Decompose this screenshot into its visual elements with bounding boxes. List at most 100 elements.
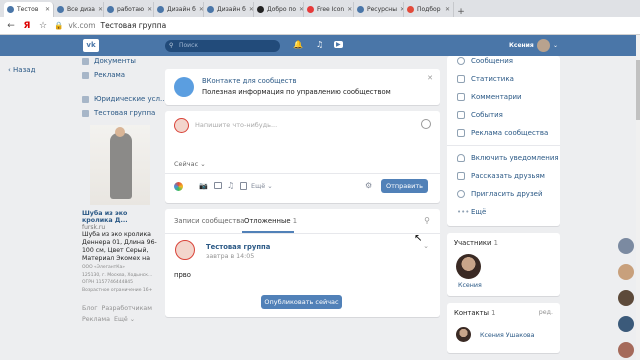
new-tab-icon[interactable]: + bbox=[454, 7, 468, 17]
browser-tab[interactable]: Добро по ✕ bbox=[254, 2, 304, 17]
chat-avatar[interactable] bbox=[618, 342, 634, 358]
url-field[interactable]: 🔒 vk.com Тестовая группа bbox=[54, 21, 166, 30]
member-avatar[interactable] bbox=[456, 254, 481, 279]
video-icon[interactable] bbox=[214, 182, 222, 189]
browser-tab[interactable]: Подбор ✕ bbox=[404, 2, 454, 17]
left-menu-ads[interactable]: Реклама bbox=[82, 71, 125, 79]
ad-desc-line: Деннера 01, Длина 96- bbox=[82, 239, 157, 246]
footer-dev[interactable]: Разработчикам bbox=[102, 305, 153, 312]
browser-tab[interactable]: Тестов ✕ bbox=[4, 2, 54, 17]
menu-messages[interactable]: Сообщения bbox=[457, 57, 513, 65]
model-head-shape bbox=[115, 127, 125, 137]
menu-comments[interactable]: Комментарии bbox=[457, 93, 522, 101]
back-arrow-icon[interactable]: ← bbox=[6, 21, 16, 31]
mouse-cursor-icon: ↖ bbox=[414, 233, 423, 244]
chat-avatar[interactable] bbox=[618, 238, 634, 254]
member-name[interactable]: Ксения bbox=[458, 282, 482, 289]
emoji-icon[interactable] bbox=[421, 119, 431, 129]
contact-name[interactable]: Ксения Ушакова bbox=[480, 332, 535, 339]
site-favicon-icon bbox=[407, 6, 414, 13]
close-tab-icon[interactable]: ✕ bbox=[147, 6, 152, 13]
chevron-down-icon[interactable]: ⌄ bbox=[553, 42, 558, 49]
ad-block[interactable]: Шуба из эко кролика Д... fursk.ru Шуба и… bbox=[82, 125, 157, 293]
menu-events[interactable]: События bbox=[457, 111, 503, 119]
search-input[interactable]: ⚲ Поиск bbox=[165, 40, 280, 52]
address-bar: ← Я ☆ 🔒 vk.com Тестовая группа bbox=[0, 17, 640, 35]
user-name[interactable]: Ксения bbox=[509, 42, 534, 49]
left-back-link[interactable]: ‹ Назад bbox=[8, 66, 35, 74]
menu-statistics[interactable]: Статистика bbox=[457, 75, 514, 83]
vk-header: vk ⚲ Поиск 🔔 ♫ ▶ Ксения ⌄ bbox=[0, 35, 640, 56]
ad-legal-line: ОГРН 1157746444845 bbox=[82, 280, 134, 285]
avatar[interactable] bbox=[537, 39, 550, 52]
search-icon[interactable]: ⚲ bbox=[424, 216, 430, 225]
group-avatar[interactable] bbox=[175, 240, 195, 260]
browser-tab[interactable]: Free Icon ✕ bbox=[304, 2, 354, 17]
post-time[interactable]: завтра в 14:05 bbox=[206, 253, 254, 260]
close-tab-icon[interactable]: ✕ bbox=[347, 6, 352, 13]
close-tab-icon[interactable]: ✕ bbox=[445, 6, 450, 13]
music-icon[interactable]: ♫ bbox=[227, 181, 234, 190]
music-note-icon[interactable]: ♫ bbox=[316, 40, 323, 49]
ad-image[interactable] bbox=[90, 125, 150, 205]
tab-community-posts[interactable]: Записи сообщества bbox=[174, 217, 244, 225]
send-button[interactable]: Отправить bbox=[381, 179, 428, 193]
left-menu-documents[interactable]: Документы bbox=[82, 57, 136, 65]
star-icon[interactable]: ☆ bbox=[38, 21, 48, 31]
browser-tab[interactable]: Дизайн б ✕ bbox=[154, 2, 204, 17]
more-attach-menu[interactable]: Ещё ⌄ bbox=[251, 182, 273, 190]
bell-icon[interactable]: 🔔 bbox=[293, 40, 303, 49]
footer-blog[interactable]: Блог bbox=[82, 305, 98, 312]
camera-icon[interactable]: 📷 bbox=[199, 182, 208, 190]
document-icon[interactable] bbox=[240, 182, 247, 190]
footer-more[interactable]: Ещё ⌄ bbox=[114, 316, 135, 323]
menu-notifications[interactable]: Включить уведомления bbox=[457, 154, 559, 162]
scrollbar-thumb[interactable] bbox=[636, 60, 640, 120]
site-favicon-icon bbox=[207, 6, 214, 13]
post-menu-chevron-icon[interactable]: ⌄ bbox=[423, 242, 429, 250]
members-card: Участники 1 Ксения bbox=[447, 233, 560, 296]
chat-avatar[interactable] bbox=[618, 290, 634, 306]
contact-avatar[interactable] bbox=[456, 327, 471, 342]
browser-tab[interactable]: работаю ✕ bbox=[104, 2, 154, 17]
menu-more[interactable]: ••• Ещё bbox=[457, 208, 486, 216]
contacts-edit-link[interactable]: ред. bbox=[539, 309, 553, 316]
vk-logo-icon[interactable]: vk bbox=[83, 39, 99, 52]
more-dots-icon: ••• bbox=[457, 208, 470, 216]
browser-tab[interactable]: Ресурсны✕ bbox=[354, 2, 404, 17]
left-menu-group[interactable]: Тестовая группа bbox=[82, 109, 155, 117]
ad-legal-line: Возрастное ограничение 16+ bbox=[82, 287, 153, 293]
menu-invite[interactable]: Пригласить друзей bbox=[457, 190, 543, 198]
publish-now-button[interactable]: Опубликовать сейчас bbox=[261, 295, 342, 309]
banner-title[interactable]: ВКонтакте для сообществ bbox=[202, 77, 296, 85]
divider bbox=[447, 145, 560, 146]
ad-site[interactable]: fursk.ru bbox=[82, 224, 157, 231]
close-tab-icon[interactable]: ✕ bbox=[45, 6, 50, 13]
post-author[interactable]: Тестовая группа bbox=[206, 243, 270, 251]
calendar-icon bbox=[457, 111, 465, 119]
ad-title[interactable]: Шуба из эко кролика Д... bbox=[82, 210, 157, 224]
ad-legal-line: ООО «ЭлегантКа» bbox=[82, 265, 125, 270]
members-header[interactable]: Участники 1 bbox=[454, 239, 498, 247]
tab-postponed[interactable]: Отложенные 1 bbox=[244, 217, 297, 225]
settings-gear-icon[interactable]: ⚙ bbox=[365, 181, 372, 190]
left-menu-legal[interactable]: Юридические усл... bbox=[82, 95, 167, 103]
color-wheel-icon[interactable] bbox=[174, 182, 183, 191]
browser-tab[interactable]: Дизайн б ✕ bbox=[204, 2, 254, 17]
contacts-header[interactable]: Контакты 1 bbox=[454, 309, 495, 317]
close-tab-icon[interactable]: ✕ bbox=[98, 6, 103, 13]
yandex-logo-icon[interactable]: Я bbox=[22, 21, 32, 31]
publish-time-select[interactable]: Сейчас ⌄ bbox=[174, 160, 206, 168]
post-text-input[interactable]: Напишите что-нибудь... bbox=[195, 121, 277, 129]
share-icon bbox=[457, 172, 465, 180]
ad-desc-line: 100 см, Цвет Серый, bbox=[82, 247, 149, 254]
browser-tab[interactable]: Все диза ✕ bbox=[54, 2, 104, 17]
comment-icon bbox=[457, 93, 465, 101]
menu-share[interactable]: Рассказать друзьям bbox=[457, 172, 545, 180]
chat-avatar[interactable] bbox=[618, 316, 634, 332]
footer-ads[interactable]: Реклама bbox=[82, 316, 110, 323]
menu-ads[interactable]: Реклама сообщества bbox=[457, 129, 548, 137]
play-icon[interactable]: ▶ bbox=[334, 41, 343, 48]
close-icon[interactable]: ✕ bbox=[427, 74, 433, 82]
chat-avatar[interactable] bbox=[618, 264, 634, 280]
